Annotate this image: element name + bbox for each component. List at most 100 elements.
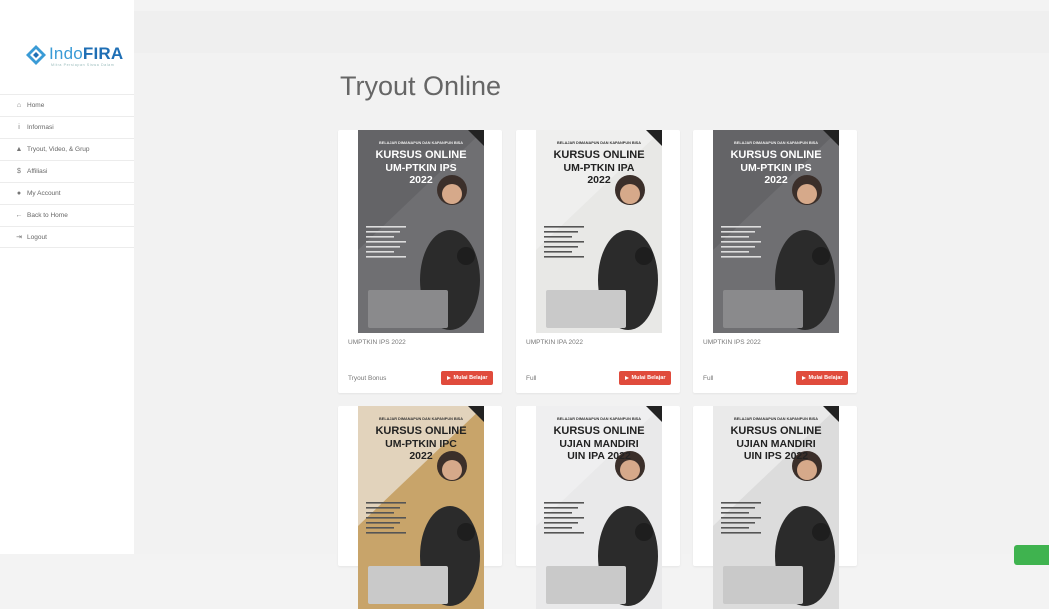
cover-person-face <box>620 460 640 480</box>
cover-laptop <box>368 566 448 604</box>
dollar-icon: $ <box>17 168 21 175</box>
cover-feature-line <box>721 231 755 233</box>
page-title: Tryout Online <box>340 71 502 101</box>
home-icon: ⌂ <box>16 102 22 109</box>
brand-tagline: Mitra Persiapan Siswa Dalam <box>51 63 115 67</box>
course-card[interactable]: BELAJAR DIMANAPUN DAN KAPANPUN BISA KURSU… <box>516 406 680 609</box>
play-icon <box>446 376 451 380</box>
start-learning-button[interactable]: Mulai Belajar <box>619 371 671 385</box>
course-type: Full <box>526 375 537 382</box>
cover-feature-line <box>544 231 578 233</box>
sidebar-item-back-to-home[interactable]: ← Back to Home <box>0 204 134 226</box>
sidebar-item-informasi[interactable]: i Informasi <box>0 116 134 138</box>
cover-person-face <box>620 184 640 204</box>
course-type: Full <box>703 375 714 382</box>
start-learning-label: Mulai Belajar <box>453 375 488 381</box>
cover-feature-line <box>544 251 572 253</box>
cover-tagline: BELAJAR DIMANAPUN DAN KAPANPUN BISA <box>379 417 463 421</box>
logo[interactable]: IndoFIRA Mitra Persiapan Siswa Dalam <box>25 44 125 68</box>
cover-feature-line <box>721 256 761 258</box>
cover-badge <box>635 523 653 541</box>
brand-name-light: Indo <box>49 44 83 63</box>
cover-feature-line <box>721 517 761 519</box>
cover-person-face <box>797 460 817 480</box>
sidebar-item-logout[interactable]: ⇥ Logout <box>0 226 134 248</box>
course-cover-image[interactable]: BELAJAR DIMANAPUN DAN KAPANPUN BISA KURSU… <box>693 130 857 333</box>
cover-feature-line <box>366 527 394 529</box>
cover-tagline: BELAJAR DIMANAPUN DAN KAPANPUN BISA <box>734 417 818 421</box>
cover-feature-line <box>544 512 572 514</box>
course-name: UMPTKIN IPS 2022 <box>703 339 761 346</box>
cover-person-face <box>442 460 462 480</box>
sidebar-item-my-account[interactable]: ● My Account <box>0 182 134 204</box>
cover-laptop <box>546 290 626 328</box>
cover-title-line3: 2022 <box>587 174 611 186</box>
cover-feature-line <box>721 522 755 524</box>
cover-badge <box>457 523 475 541</box>
cover-feature-line <box>366 502 406 504</box>
cover-tagline: BELAJAR DIMANAPUN DAN KAPANPUN BISA <box>557 141 641 145</box>
cover-art: BELAJAR DIMANAPUN DAN KAPANPUN BISA KURSU… <box>713 130 839 333</box>
cover-feature-line <box>721 527 749 529</box>
cover-title-line3: 2022 <box>409 174 433 186</box>
course-card[interactable]: BELAJAR DIMANAPUN DAN KAPANPUN BISA KURSU… <box>693 406 857 609</box>
cover-feature-line <box>721 502 761 504</box>
cover-feature-line <box>721 226 761 228</box>
cover-feature-line <box>721 241 761 243</box>
top-bar <box>134 11 1049 53</box>
logout-icon: ⇥ <box>16 234 22 241</box>
cover-tagline: BELAJAR DIMANAPUN DAN KAPANPUN BISA <box>734 141 818 145</box>
cover-feature-line <box>366 251 394 253</box>
sidebar-item-tryout[interactable]: ▲ Tryout, Video, & Grup <box>0 138 134 160</box>
start-learning-button[interactable]: Mulai Belajar <box>441 371 493 385</box>
course-cover-image[interactable]: BELAJAR DIMANAPUN DAN KAPANPUN BISA KURSU… <box>338 130 502 333</box>
cover-title-line2: UM-PTKIN IPA <box>564 162 635 174</box>
chat-widget-button[interactable] <box>1014 545 1049 565</box>
course-cover-image[interactable]: BELAJAR DIMANAPUN DAN KAPANPUN BISA KURSU… <box>338 406 502 609</box>
cover-badge <box>812 247 830 265</box>
cover-title-line1: KURSUS ONLINE <box>375 425 466 437</box>
cover-laptop <box>368 290 448 328</box>
course-card[interactable]: BELAJAR DIMANAPUN DAN KAPANPUN BISA KURSU… <box>693 130 857 393</box>
cover-title-line2: UJIAN MANDIRI <box>736 438 815 450</box>
cover-laptop <box>723 566 803 604</box>
play-icon <box>801 376 806 380</box>
info-icon: i <box>18 124 20 131</box>
cover-art: BELAJAR DIMANAPUN DAN KAPANPUN BISA KURSU… <box>713 406 839 609</box>
cover-feature-line <box>366 532 406 534</box>
sidebar-item-label: Informasi <box>27 124 54 131</box>
cover-title-line1: KURSUS ONLINE <box>553 425 644 437</box>
course-cover-image[interactable]: BELAJAR DIMANAPUN DAN KAPANPUN BISA KURSU… <box>693 406 857 609</box>
cover-feature-line <box>721 236 749 238</box>
course-card[interactable]: BELAJAR DIMANAPUN DAN KAPANPUN BISA KURSU… <box>338 130 502 393</box>
cover-feature-line <box>544 507 578 509</box>
cover-laptop <box>546 566 626 604</box>
sidebar-item-home[interactable]: ⌂ Home <box>0 94 134 116</box>
cover-title-line2: UJIAN MANDIRI <box>559 438 638 450</box>
user-icon: ● <box>16 190 22 197</box>
course-card[interactable]: BELAJAR DIMANAPUN DAN KAPANPUN BISA KURSU… <box>338 406 502 609</box>
course-cover-image[interactable]: BELAJAR DIMANAPUN DAN KAPANPUN BISA KURSU… <box>516 130 680 333</box>
cover-art: BELAJAR DIMANAPUN DAN KAPANPUN BISA KURSU… <box>536 130 662 333</box>
cover-badge <box>812 523 830 541</box>
cover-title-line3: UIN IPA 2022 <box>567 450 631 462</box>
course-card[interactable]: BELAJAR DIMANAPUN DAN KAPANPUN BISA KURSU… <box>516 130 680 393</box>
cover-feature-line <box>366 522 400 524</box>
cover-feature-line <box>721 251 749 253</box>
start-learning-button[interactable]: Mulai Belajar <box>796 371 848 385</box>
cover-feature-line <box>366 512 394 514</box>
cover-laptop <box>723 290 803 328</box>
sidebar-item-label: Back to Home <box>27 212 68 219</box>
play-icon <box>624 376 629 380</box>
sidebar-item-label: Home <box>27 102 45 109</box>
sidebar: IndoFIRA Mitra Persiapan Siswa Dalam ⌂ H… <box>0 0 134 554</box>
cover-feature-line <box>721 532 761 534</box>
cover-person-face <box>442 184 462 204</box>
sidebar-item-affiliasi[interactable]: $ Affiliasi <box>0 160 134 182</box>
cover-title-line1: KURSUS ONLINE <box>375 149 466 161</box>
cover-title-line2: UM-PTKIN IPC <box>385 438 457 450</box>
sidebar-item-label: Tryout, Video, & Grup <box>27 146 90 153</box>
cover-feature-line <box>544 246 578 248</box>
cover-feature-line <box>366 507 400 509</box>
course-cover-image[interactable]: BELAJAR DIMANAPUN DAN KAPANPUN BISA KURSU… <box>516 406 680 609</box>
